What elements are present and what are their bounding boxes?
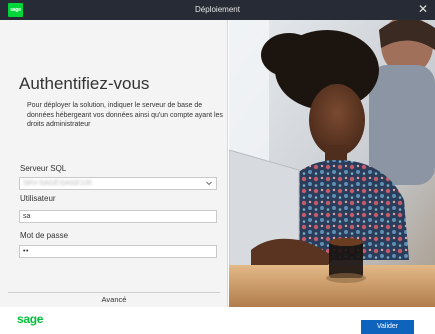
deployment-window: sage Déploiement ✕ Authentifiez-vous Pou… [0, 0, 435, 334]
title-bar: sage Déploiement ✕ [0, 0, 435, 20]
chevron-down-icon [206, 181, 212, 186]
sql-server-label: Serveur SQL [20, 164, 67, 173]
validate-button[interactable]: Valider [361, 320, 414, 334]
sql-server-value: SRV-SAGE\SAGE100 [23, 180, 92, 187]
sage-logo: sage [17, 312, 44, 326]
advanced-toggle[interactable]: Avancé [0, 295, 228, 304]
window-title: Déploiement [195, 5, 240, 14]
office-photo-image [229, 20, 435, 307]
auth-description: Pour déployer la solution, indiquer le s… [27, 102, 223, 128]
page-title: Authentifiez-vous [19, 74, 150, 93]
password-input[interactable]: •• [19, 245, 217, 258]
user-label: Utilisateur [20, 194, 56, 203]
password-label: Mot de passe [20, 231, 69, 240]
footer: sage Valider [0, 307, 435, 334]
sql-server-select[interactable]: SRV-SAGE\SAGE100 [19, 177, 217, 190]
hero-photo [229, 20, 435, 307]
auth-panel: Authentifiez-vous Pour déployer la solut… [0, 20, 228, 307]
close-icon[interactable]: ✕ [416, 0, 430, 20]
user-input[interactable]: sa [19, 210, 217, 223]
advanced-divider [8, 292, 220, 293]
